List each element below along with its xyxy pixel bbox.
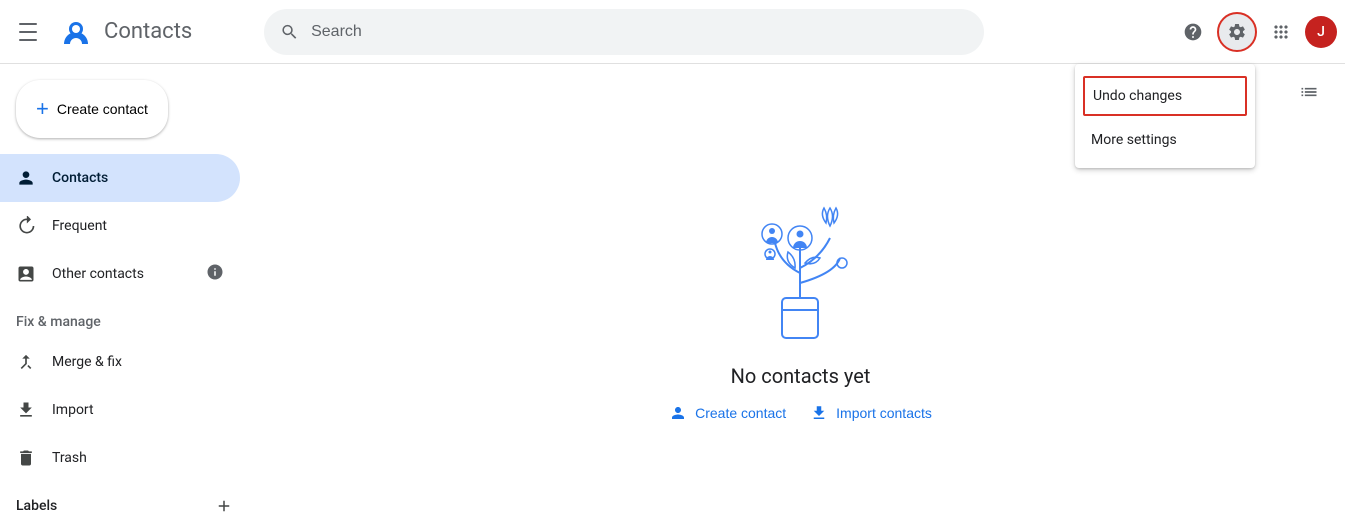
trash-nav-icon	[16, 448, 36, 468]
frequent-nav-icon	[16, 216, 36, 236]
help-button[interactable]	[1173, 12, 1213, 52]
app-logo	[56, 12, 96, 52]
create-contact-label: Create contact	[57, 101, 148, 117]
undo-changes-item[interactable]: Undo changes	[1083, 76, 1247, 116]
list-icon	[1299, 82, 1319, 102]
contacts-nav-label: Contacts	[52, 170, 224, 186]
fix-manage-title: Fix & manage	[0, 298, 256, 338]
avatar[interactable]: J	[1305, 16, 1337, 48]
empty-actions: Create contact Import contacts	[669, 404, 932, 422]
merge-nav-label: Merge & fix	[52, 354, 224, 370]
sidebar-item-merge[interactable]: Merge & fix	[0, 338, 240, 386]
app-title: Contacts	[104, 19, 192, 44]
more-settings-label: More settings	[1091, 132, 1177, 148]
list-view-button[interactable]	[1289, 72, 1329, 112]
empty-state: No contacts yet Create contact Import co…	[669, 168, 932, 422]
header: Contacts J	[0, 0, 1345, 64]
empty-illustration	[720, 168, 880, 348]
add-label-button[interactable]	[208, 490, 240, 522]
sidebar-item-trash[interactable]: Trash	[0, 434, 240, 482]
import-nav-label: Import	[52, 402, 224, 418]
labels-title: Labels	[16, 498, 57, 514]
create-contact-link-icon	[669, 404, 687, 422]
sidebar-item-import[interactable]: Import	[0, 386, 240, 434]
plus-icon: +	[36, 96, 49, 122]
apps-icon	[1271, 22, 1291, 42]
sidebar-item-contacts[interactable]: Contacts	[0, 154, 240, 202]
import-nav-icon	[16, 400, 36, 420]
contacts-logo-icon	[60, 16, 92, 48]
help-icon	[1183, 22, 1203, 42]
other-contacts-nav-label: Other contacts	[52, 266, 190, 282]
search-icon	[280, 22, 299, 42]
header-left: Contacts	[8, 12, 248, 52]
trash-nav-label: Trash	[52, 450, 224, 466]
import-contacts-link[interactable]: Import contacts	[810, 404, 932, 422]
undo-changes-label: Undo changes	[1093, 88, 1182, 104]
other-contacts-nav-icon	[16, 264, 36, 284]
add-label-icon	[215, 497, 233, 515]
search-bar[interactable]	[264, 9, 984, 55]
settings-dropdown-menu: Undo changes More settings	[1075, 64, 1255, 168]
header-right: J	[1173, 12, 1337, 52]
import-contacts-link-icon	[810, 404, 828, 422]
labels-section: Labels	[0, 482, 256, 525]
create-contact-link-label: Create contact	[695, 405, 786, 421]
settings-icon	[1227, 22, 1247, 42]
contacts-nav-icon	[16, 168, 36, 188]
sidebar-item-frequent[interactable]: Frequent	[0, 202, 240, 250]
apps-button[interactable]	[1261, 12, 1301, 52]
empty-text: No contacts yet	[731, 364, 871, 388]
merge-nav-icon	[16, 352, 36, 372]
other-contacts-info-icon[interactable]	[206, 263, 224, 285]
menu-button[interactable]	[8, 12, 48, 52]
sidebar-item-other-contacts[interactable]: Other contacts	[0, 250, 240, 298]
sidebar: + Create contact Contacts Frequent	[0, 64, 256, 525]
menu-icon	[19, 23, 37, 41]
create-contact-button[interactable]: + Create contact	[16, 80, 168, 138]
search-input[interactable]	[311, 23, 968, 41]
import-contacts-link-label: Import contacts	[836, 405, 932, 421]
create-contact-link[interactable]: Create contact	[669, 404, 786, 422]
settings-button[interactable]	[1217, 12, 1257, 52]
more-settings-item[interactable]: More settings	[1075, 120, 1255, 160]
main-toolbar	[1289, 72, 1329, 112]
frequent-nav-label: Frequent	[52, 218, 224, 234]
